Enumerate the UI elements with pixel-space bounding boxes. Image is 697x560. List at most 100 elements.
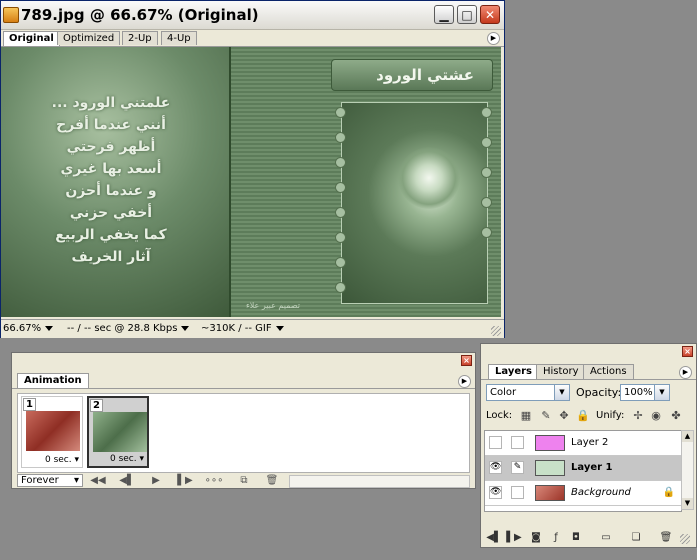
file-size: ~310K / -- GIF: [201, 323, 272, 334]
layers-tabs: Layers History Actions ▶: [481, 364, 696, 380]
animation-frame-2[interactable]: 2 0 sec. ▾: [87, 396, 149, 468]
chevron-down-icon: ▼: [654, 385, 669, 400]
lock-move-icon[interactable]: ✥: [558, 410, 570, 422]
tab-original[interactable]: Original: [3, 31, 60, 46]
paintbrush-icon[interactable]: ✎: [511, 461, 524, 474]
play-icon[interactable]: ▶: [145, 474, 167, 487]
photoshop-document-icon: [3, 7, 19, 23]
poem-line: آثار الخريف: [71, 249, 151, 265]
poem-line: أسعد بها غيري: [60, 161, 162, 177]
scroll-down-icon[interactable]: ▼: [682, 498, 693, 509]
loop-value: Forever: [21, 475, 59, 486]
layers-scrollbar[interactable]: ▲ ▼: [681, 430, 694, 510]
palette-title-bar[interactable]: ×: [12, 353, 475, 366]
loop-options-select[interactable]: Forever ▾: [17, 474, 83, 487]
link-toggle[interactable]: [511, 486, 524, 499]
layer-row-layer-2[interactable]: Layer 2: [485, 431, 681, 456]
opacity-input[interactable]: 100% ▼: [620, 384, 670, 401]
palette-menu-arrow-icon[interactable]: ▶: [487, 32, 500, 45]
palette-menu-arrow-icon[interactable]: ▶: [679, 366, 692, 379]
unify-style-icon[interactable]: ✤: [670, 410, 682, 422]
scroll-up-icon[interactable]: ▲: [682, 431, 693, 442]
chevron-down-icon: [275, 325, 284, 331]
resize-grip-icon[interactable]: [491, 326, 501, 336]
eye-icon[interactable]: 👁: [489, 461, 502, 474]
maximize-button[interactable]: □: [457, 5, 477, 24]
tab-2-up[interactable]: 2-Up: [122, 31, 158, 45]
add-mask-icon[interactable]: ◙: [528, 531, 544, 544]
binder-ring: [481, 197, 492, 208]
layer-name: Background: [571, 487, 631, 498]
eye-icon[interactable]: 👁: [489, 486, 502, 499]
duplicate-frame-icon[interactable]: ⧉: [233, 474, 255, 487]
frames-scrollbar[interactable]: [289, 475, 470, 488]
layer-mask-icon[interactable]: ◘: [568, 531, 584, 544]
minimize-button[interactable]: ▁: [434, 5, 454, 24]
binder-ring: [335, 157, 346, 168]
image-canvas[interactable]: علمتني الورود ... أنني عندما أفرح أظهر ف…: [1, 47, 501, 317]
animation-frame-1[interactable]: 1 0 sec. ▾: [21, 396, 83, 468]
layer-row-background[interactable]: 👁 Background 🔒: [485, 481, 681, 506]
image-document-window: 789.jpg @ 66.67% (Original) ▁ □ ✕ Origin…: [0, 0, 505, 338]
lock-icon: 🔒: [662, 487, 675, 498]
blend-options-row: Color ▼ Opacity: 100% ▼: [486, 384, 691, 402]
poem-line: أظهر فرحتي: [66, 139, 156, 155]
layer-style-icon[interactable]: ƒ: [548, 531, 564, 544]
layers-bottom-toolbar: ◀▌ ▌▶ ◙ ƒ ◘ ▭ ❏ 🗑: [484, 530, 693, 546]
file-size-dropdown[interactable]: ~310K / -- GIF: [201, 322, 284, 336]
close-icon[interactable]: ×: [461, 355, 472, 366]
rewind-icon[interactable]: ◀◀: [87, 474, 109, 487]
new-set-icon[interactable]: ▭: [598, 531, 614, 544]
binder-ring: [335, 182, 346, 193]
zoom-dropdown[interactable]: 66.67%: [3, 322, 54, 336]
tab-4-up[interactable]: 4-Up: [161, 31, 197, 45]
link-toggle[interactable]: [511, 436, 524, 449]
lock-all-icon[interactable]: 🔒: [576, 410, 590, 422]
delete-layer-icon[interactable]: 🗑: [658, 531, 674, 544]
next-frame-icon[interactable]: ▌▶: [174, 474, 196, 487]
unify-position-icon[interactable]: ✢: [632, 410, 644, 422]
tab-optimized[interactable]: Optimized: [57, 31, 121, 45]
visibility-toggle[interactable]: [489, 436, 502, 449]
close-button[interactable]: ✕: [480, 5, 500, 24]
layer-name: Layer 1: [571, 462, 613, 473]
frames-strip: 1 0 sec. ▾ 2 0 sec. ▾: [17, 393, 470, 473]
poem-line: أنني عندما أفرح: [56, 117, 166, 133]
tab-layers[interactable]: Layers: [488, 364, 539, 379]
frame-thumbnail: [26, 411, 80, 451]
next-frame-icon[interactable]: ▌▶: [506, 531, 522, 544]
tween-icon[interactable]: ∘∘∘: [203, 474, 225, 487]
resize-grip-icon[interactable]: [680, 534, 690, 544]
frame-delay-dropdown[interactable]: 0 sec. ▾: [110, 454, 144, 464]
download-time-dropdown[interactable]: -- / -- sec @ 28.8 Kbps: [67, 322, 190, 336]
zoom-value: 66.67%: [3, 323, 42, 334]
poem-line: علمتني الورود ...: [51, 95, 171, 111]
palette-menu-arrow-icon[interactable]: ▶: [458, 375, 471, 388]
blend-mode-select[interactable]: Color ▼: [486, 384, 570, 401]
binder-ring: [335, 282, 346, 293]
lock-paint-icon[interactable]: ✎: [540, 410, 552, 422]
palette-title-bar[interactable]: ×: [481, 344, 696, 357]
layers-palette: × Layers History Actions ▶ Color ▼ Opaci…: [480, 343, 697, 548]
frame-delay: 0 sec.: [109, 454, 137, 464]
tab-actions[interactable]: Actions: [583, 364, 634, 379]
layer-row-layer-1[interactable]: 👁 ✎ Layer 1: [485, 456, 681, 481]
tab-history[interactable]: History: [536, 364, 586, 379]
poem-line: و عندما أحزن: [65, 183, 157, 199]
close-icon[interactable]: ×: [682, 346, 693, 357]
delete-frame-icon[interactable]: 🗑: [261, 474, 283, 487]
binder-ring: [481, 167, 492, 178]
tab-animation[interactable]: Animation: [17, 373, 89, 388]
previous-frame-icon[interactable]: ◀▌: [116, 474, 138, 487]
frame-delay-dropdown[interactable]: 0 sec. ▾: [45, 455, 79, 465]
unify-visibility-icon[interactable]: ◉: [650, 410, 662, 422]
lock-transparency-icon[interactable]: ▦: [520, 410, 532, 422]
opacity-value: 100%: [624, 387, 653, 398]
binder-ring: [481, 107, 492, 118]
lock-label: Lock:: [486, 410, 513, 421]
frame-number: 1: [23, 398, 36, 411]
poem-line: كما يخفي الربيع: [55, 227, 167, 243]
new-layer-icon[interactable]: ❏: [628, 531, 644, 544]
title-bar[interactable]: 789.jpg @ 66.67% (Original) ▁ □ ✕: [1, 1, 504, 30]
previous-frame-icon[interactable]: ◀▌: [486, 531, 502, 544]
